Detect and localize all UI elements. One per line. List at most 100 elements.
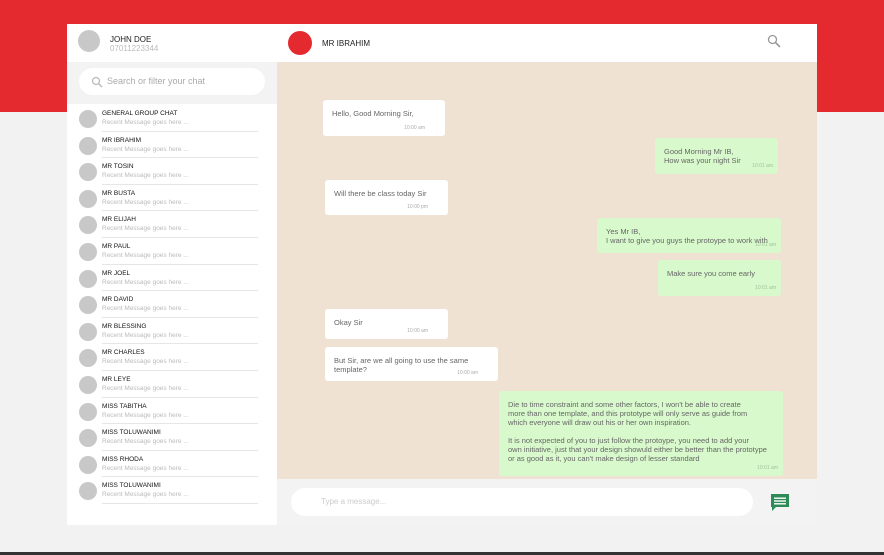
incoming-message: Will there be class today Sir 10:00 pm (325, 180, 448, 215)
chat-list-item[interactable]: MR CHARLES Recent Message goes here ... (67, 344, 277, 371)
chat-list-item[interactable]: MR LEYE Recent Message goes here ... (67, 371, 277, 398)
outgoing-message: Good Morning Mr IB, How was your night S… (655, 138, 778, 174)
chat-name: MR BUSTA (102, 189, 136, 197)
message-text: Hello, Good Morning Sir, (332, 109, 414, 118)
message-text: Make sure you come early (667, 269, 755, 278)
chat-list-item[interactable]: MISS RHODA Recent Message goes here ... (67, 451, 277, 478)
chat-preview: Recent Message goes here ... (102, 145, 189, 153)
chat-name: GENERAL GROUP CHAT (102, 110, 178, 117)
chat-preview: Recent Message goes here ... (102, 225, 189, 233)
chat-preview: Recent Message goes here ... (102, 119, 189, 126)
chat-app: JOHN DOE 07011223344 Search or filter yo… (67, 24, 817, 525)
message-text: Okay Sir (334, 318, 363, 327)
message-placeholder: Type a message... (321, 497, 387, 506)
chat-preview: Recent Message goes here ... (102, 305, 189, 313)
chat-list-item[interactable]: MISS TOLUWANIMI Recent Message goes here … (67, 477, 277, 504)
message-time: 10:00 am (407, 328, 428, 334)
message-time: 10:01 am (757, 465, 778, 471)
chat-name: MR BLESSING (102, 322, 147, 330)
chat-avatar (79, 349, 97, 368)
incoming-message: Okay Sir 10:00 am (325, 309, 448, 339)
search-icon[interactable] (767, 34, 781, 48)
divider (102, 502, 258, 504)
chat-name: MR PAUL (102, 242, 131, 250)
chat-avatar (79, 482, 97, 501)
chat-preview: Recent Message goes here ... (102, 278, 189, 286)
chat-avatar (79, 136, 97, 155)
user-name: JOHN DOE (110, 35, 152, 44)
chat-preview: Recent Message goes here ... (102, 358, 189, 366)
message-text: Will there be class today Sir (334, 189, 427, 198)
chat-list: GENERAL GROUP CHAT Recent Message goes he… (67, 105, 277, 504)
chat-avatar (79, 402, 97, 421)
chat-list-item[interactable]: MISS TABITHA Recent Message goes here ... (67, 398, 277, 425)
message-time: 10:00 am (457, 370, 478, 376)
chat-avatar (79, 375, 97, 394)
search-area: Search or filter your chat (67, 62, 277, 104)
chat-avatar (79, 189, 97, 208)
contact-avatar[interactable] (288, 31, 312, 55)
user-avatar (78, 30, 100, 52)
search-input[interactable]: Search or filter your chat (79, 68, 265, 95)
chat-list-item[interactable]: MR ELIJAH Recent Message goes here ... (67, 211, 277, 238)
incoming-message: Hello, Good Morning Sir, 10:00 am (323, 100, 445, 136)
chat-list-item[interactable]: MR IBRAHIM Recent Message goes here ... (67, 132, 277, 159)
chat-list-item[interactable]: MISS TOLUWANIMI Recent Message goes here … (67, 424, 277, 451)
outgoing-message: Die to time constraint and some other fa… (499, 391, 783, 476)
sidebar: JOHN DOE 07011223344 Search or filter yo… (67, 24, 277, 525)
chat-avatar (79, 163, 97, 182)
chat-preview: Recent Message goes here ... (102, 411, 189, 419)
chat-list-item[interactable]: GENERAL GROUP CHAT Recent Message goes he… (67, 105, 277, 132)
message-text: Die to time constraint and some other fa… (508, 400, 767, 463)
search-icon (91, 75, 103, 88)
contact-name: MR IBRAHIM (322, 39, 370, 48)
chat-name: MISS TABITHA (102, 402, 147, 410)
chat-preview: Recent Message goes here ... (102, 172, 189, 180)
message-time: 10:01 am (755, 285, 776, 291)
message-time: 10:01 am (752, 163, 773, 169)
chat-list-item[interactable]: MR PAUL Recent Message goes here ... (67, 238, 277, 265)
chat-avatar (79, 110, 97, 128)
message-input[interactable]: Type a message... (291, 488, 753, 516)
chat-name: MISS TOLUWANIMI (102, 482, 161, 490)
chat-avatar (79, 242, 97, 261)
composer: Type a message... (277, 479, 817, 525)
chat-list-item[interactable]: MR DAVID Recent Message goes here ... (67, 291, 277, 318)
message-time: 10:01 am (755, 242, 776, 248)
message-time: 10:00 am (404, 125, 425, 131)
chat-avatar (79, 296, 97, 315)
incoming-message: But Sir, are we all going to use the sam… (325, 347, 498, 381)
chat-list-item[interactable]: MR BLESSING Recent Message goes here ... (67, 318, 277, 345)
user-profile[interactable]: JOHN DOE 07011223344 (67, 24, 277, 62)
chat-avatar (79, 322, 97, 341)
message-send-icon[interactable] (769, 491, 791, 513)
search-placeholder: Search or filter your chat (107, 76, 206, 86)
chat-avatar (79, 216, 97, 235)
chat-name: MR JOEL (102, 269, 131, 277)
chat-name: MR LEYE (102, 375, 131, 383)
message-text: Yes Mr IB, I want to give you guys the p… (606, 227, 768, 245)
chat-preview: Recent Message goes here ... (102, 331, 189, 339)
chat-name: MISS TOLUWANIMI (102, 429, 161, 437)
chat-preview: Recent Message goes here ... (102, 464, 189, 472)
chat-name: MR IBRAHIM (102, 136, 141, 144)
chat-preview: Recent Message goes here ... (102, 251, 189, 259)
chat-name: MR CHARLES (102, 349, 145, 357)
user-phone: 07011223344 (110, 44, 159, 53)
chat-name: MR TOSIN (102, 163, 134, 171)
outgoing-message: Yes Mr IB, I want to give you guys the p… (597, 218, 781, 253)
chat-preview: Recent Message goes here ... (102, 438, 189, 446)
chat-list-item[interactable]: MR BUSTA Recent Message goes here ... (67, 185, 277, 212)
message-area: Hello, Good Morning Sir, 10:00 am Good Mor… (277, 62, 817, 479)
chat-list-item[interactable]: MR JOEL Recent Message goes here ... (67, 265, 277, 292)
chat-avatar (79, 269, 97, 288)
message-time: 10:00 pm (407, 204, 428, 210)
chat-list-item[interactable]: MR TOSIN Recent Message goes here ... (67, 158, 277, 185)
chat-name: MR DAVID (102, 296, 134, 304)
chat-preview: Recent Message goes here ... (102, 384, 189, 392)
chat-avatar (79, 455, 97, 474)
chat-name: MISS RHODA (102, 455, 144, 463)
chat-preview: Recent Message goes here ... (102, 491, 189, 499)
outgoing-message: Make sure you come early 10:01 am (658, 260, 781, 296)
chat-preview: Recent Message goes here ... (102, 198, 189, 206)
